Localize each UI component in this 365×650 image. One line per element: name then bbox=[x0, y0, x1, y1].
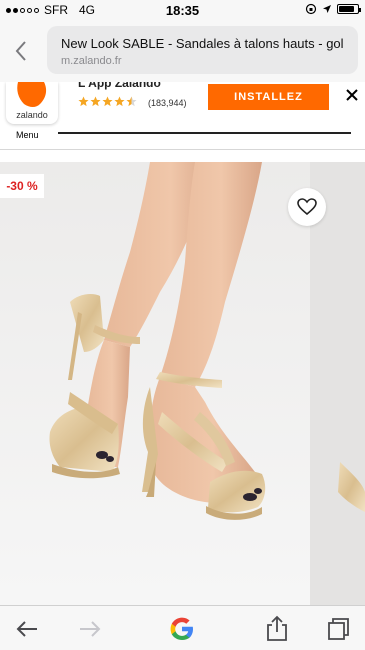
battery-icon bbox=[337, 4, 361, 14]
browser-header: New Look SABLE - Sandales à talons hauts… bbox=[0, 20, 365, 82]
status-bar: SFR 4G 18:35 bbox=[0, 0, 365, 20]
browser-toolbar bbox=[0, 605, 365, 650]
product-image-carousel[interactable]: -30 % bbox=[0, 162, 365, 605]
page-host: m.zalando.fr bbox=[61, 55, 122, 67]
heart-icon bbox=[297, 198, 317, 216]
site-nav: Menu bbox=[0, 128, 365, 150]
orientation-lock-icon bbox=[305, 3, 317, 15]
product-photo bbox=[0, 162, 365, 605]
half-star-icon bbox=[126, 96, 137, 107]
location-icon bbox=[323, 5, 331, 13]
google-icon[interactable] bbox=[167, 614, 197, 644]
close-icon[interactable] bbox=[345, 88, 359, 102]
star-icon bbox=[78, 96, 89, 107]
chevron-left-icon[interactable] bbox=[12, 38, 32, 64]
address-bar[interactable]: New Look SABLE - Sandales à talons hauts… bbox=[47, 26, 358, 74]
wishlist-button[interactable] bbox=[288, 188, 326, 226]
app-name: L'App Zalando bbox=[78, 82, 161, 90]
arrow-left-icon[interactable] bbox=[12, 614, 42, 644]
nav-divider bbox=[58, 132, 351, 134]
tabs-icon[interactable] bbox=[323, 614, 353, 644]
star-icon bbox=[90, 96, 101, 107]
zalando-logo-mark-icon bbox=[17, 82, 47, 107]
nav-border bbox=[0, 149, 365, 150]
logo-text: zalando bbox=[16, 110, 48, 120]
share-icon[interactable] bbox=[262, 614, 292, 644]
status-right bbox=[305, 3, 361, 15]
rating-stars bbox=[78, 96, 137, 107]
install-button[interactable]: INSTALLEZ bbox=[208, 84, 329, 110]
rating-count: (183,944) bbox=[148, 98, 187, 108]
zalando-logo: zalando bbox=[6, 82, 58, 124]
menu-link[interactable]: Menu bbox=[16, 130, 39, 140]
star-icon bbox=[114, 96, 125, 107]
app-install-banner: zalando L'App Zalando (183,944) INSTALLE… bbox=[0, 82, 365, 128]
page-title: New Look SABLE - Sandales à talons hauts… bbox=[61, 36, 344, 51]
arrow-right-icon[interactable] bbox=[75, 614, 105, 644]
discount-badge: -30 % bbox=[0, 174, 44, 198]
star-icon bbox=[102, 96, 113, 107]
